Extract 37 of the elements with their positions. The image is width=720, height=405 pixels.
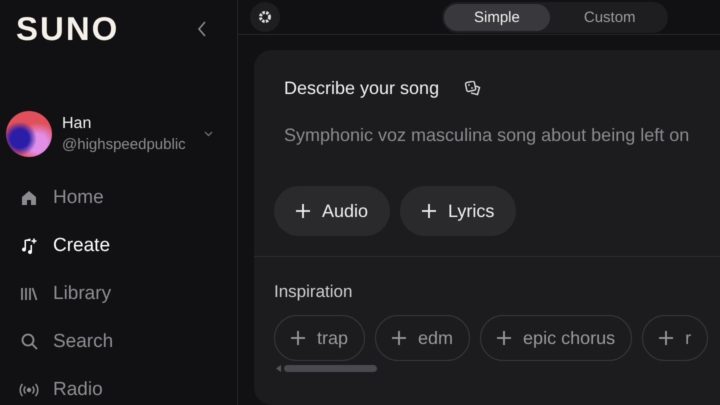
- profile-handle: @highspeedpublic: [62, 136, 187, 153]
- song-description-field[interactable]: Symphonic voz masculina song about being left on: [284, 125, 720, 146]
- mode-tab[interactable]: Custom: [554, 4, 666, 30]
- scrollbar-thumb[interactable]: [284, 365, 377, 372]
- add-button[interactable]: Lyrics: [400, 186, 516, 236]
- nav-item[interactable]: Home: [19, 183, 104, 212]
- music-note-icon: [21, 238, 37, 254]
- inspiration-chip[interactable]: trap: [274, 315, 366, 361]
- plus-icon: [422, 204, 436, 218]
- dice-icon[interactable]: [465, 81, 482, 96]
- mode-tab[interactable]: Simple: [444, 4, 550, 30]
- nav-item[interactable]: Create: [19, 231, 110, 260]
- nav-item[interactable]: Library: [19, 279, 112, 308]
- inspiration-chip[interactable]: edm: [375, 315, 470, 361]
- home-icon: [21, 190, 37, 206]
- prompt-title: Describe your song: [284, 78, 440, 99]
- library-icon: [20, 286, 38, 302]
- nav-item[interactable]: Search: [19, 327, 114, 356]
- radio-icon: [19, 382, 39, 398]
- inspiration-chip[interactable]: epic chorus: [480, 315, 632, 361]
- search-icon: [20, 333, 38, 350]
- chevron-down-icon[interactable]: [204, 131, 213, 137]
- profile-name: Han: [62, 115, 92, 133]
- nav-item[interactable]: Radio: [19, 375, 103, 404]
- plus-icon: [659, 331, 674, 345]
- collapse-chevron-icon[interactable]: [197, 21, 207, 37]
- avatar[interactable]: [6, 111, 52, 157]
- plus-icon: [291, 331, 305, 345]
- add-button[interactable]: Audio: [274, 186, 390, 236]
- inspiration-chip[interactable]: r: [642, 315, 708, 361]
- settings-icon: [258, 10, 272, 24]
- plus-icon: [392, 331, 406, 345]
- plus-icon: [497, 331, 512, 345]
- settings-button[interactable]: [250, 2, 280, 32]
- inspiration-heading: Inspiration: [274, 282, 354, 302]
- suno-logo[interactable]: SUNO: [16, 10, 120, 48]
- plus-icon: [296, 204, 310, 218]
